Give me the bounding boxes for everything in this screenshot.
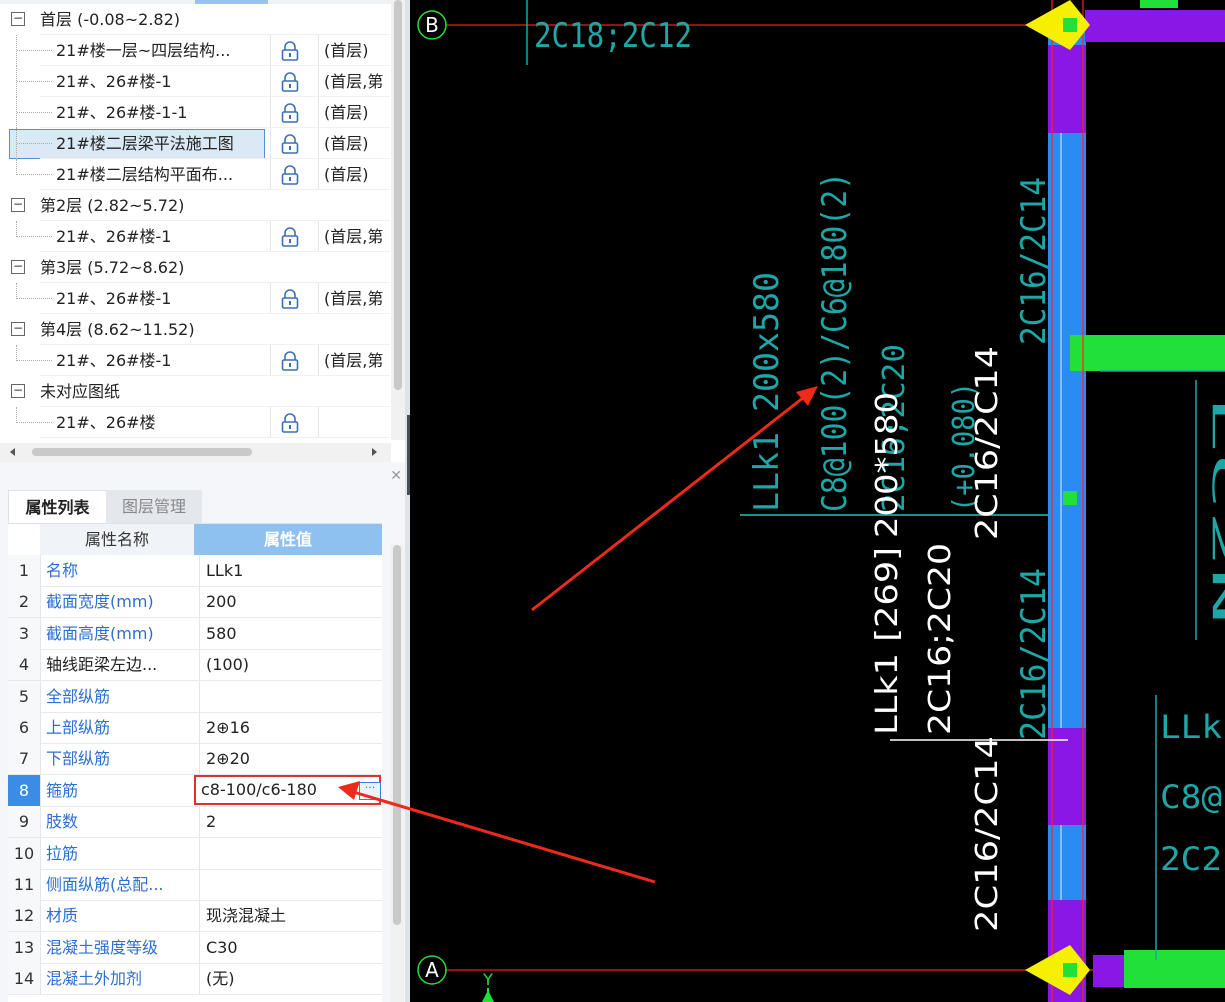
arrowhead-drawing-icon	[796, 386, 818, 406]
arrowhead-property-icon	[338, 781, 360, 800]
annotation-arrow-to-property	[349, 789, 656, 884]
annotation-arrow-to-drawing	[531, 392, 809, 612]
annotation-arrows	[338, 386, 818, 884]
